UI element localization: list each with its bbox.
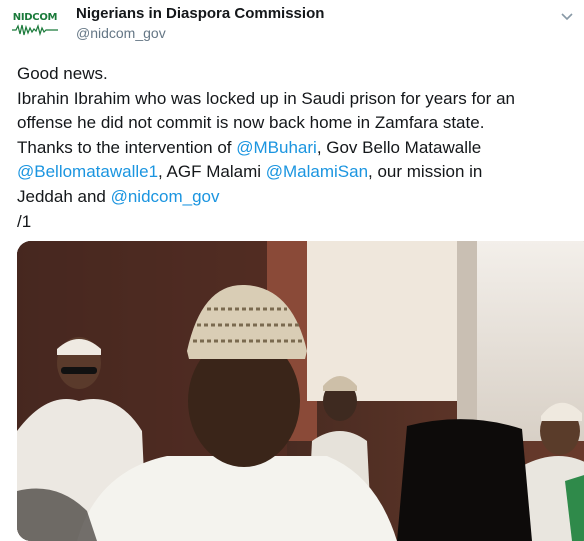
text-segment: Thanks to the intervention of [17, 137, 237, 157]
tweet-line: Jeddah and @nidcom_gov [17, 185, 577, 210]
mention-link-malamisan[interactable]: @MalamiSan [266, 162, 368, 181]
mention-link-nidcom-gov[interactable]: @nidcom_gov [111, 187, 220, 206]
avatar[interactable]: NIDCOM [10, 8, 60, 38]
chevron-down-icon[interactable] [559, 9, 575, 25]
tweet-line: Ibrahin Ibrahim who was locked up in Sau… [17, 88, 515, 108]
tweet-line: @Bellomatawalle1, AGF Malami @MalamiSan,… [17, 160, 577, 185]
tweet-line: offense he did not commit is now back ho… [17, 113, 485, 133]
mention-link-bellomatawalle1[interactable]: @Bellomatawalle1 [17, 162, 158, 181]
text-segment: , AGF Malami [158, 162, 266, 182]
photo-scene [17, 241, 584, 541]
text-segment: , our mission in [368, 162, 483, 182]
user-handle[interactable]: @nidcom_gov [76, 25, 166, 41]
tweet-line: Good news. [17, 64, 108, 83]
avatar-logo-text: NIDCOM [12, 12, 58, 23]
tweet-text: Good news. Ibrahin Ibrahim who was locke… [17, 62, 577, 234]
text-segment: , Gov Bello Matawalle [316, 137, 482, 157]
logo-wave-icon [12, 24, 58, 36]
mention-link-mbuhari[interactable]: @MBuhari [236, 138, 317, 157]
tweet-line: /1 [17, 211, 32, 231]
tweet-header: NIDCOM Nigerians in Diaspora Commission … [0, 0, 584, 60]
display-name[interactable]: Nigerians in Diaspora Commission [76, 5, 324, 22]
tweet-line: Thanks to the intervention of @MBuhari, … [17, 136, 577, 161]
text-segment: Jeddah and [17, 186, 111, 206]
tweet-media-photo[interactable] [17, 241, 584, 541]
